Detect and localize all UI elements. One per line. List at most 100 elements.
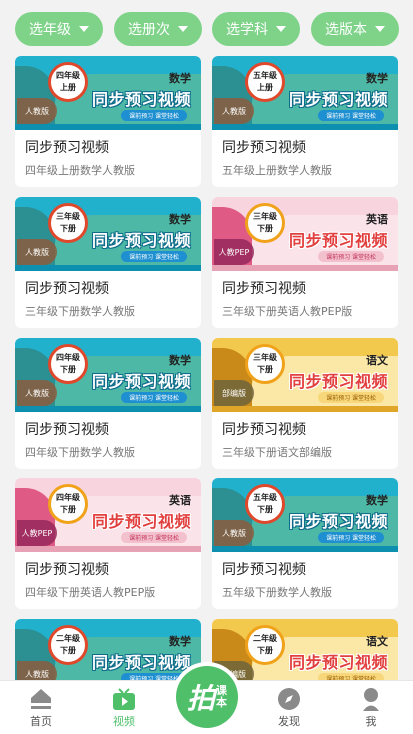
cover-slogan: 课前预习 课堂轻松 [318,392,384,403]
grade-line-1: 三年级 [253,353,277,362]
cover-subject: 英语 [169,494,191,507]
course-card[interactable]: 人教PEP 四年级 下册 英语 同步预习视频 课前预习 课堂轻松 同步预习视频 四年级下册英语… [15,478,201,609]
filter-subject[interactable]: 选学科 [212,12,300,46]
nav-home-label: 首页 [30,715,52,728]
cover-subject: 数学 [169,213,191,226]
course-card[interactable]: 人教版 四年级 下册 数学 同步预习视频 课前预习 课堂轻松 同步预习视频 四年级下册数学人教… [15,338,201,469]
card-title: 同步预习视频 [25,562,109,578]
cover-slogan: 课前预习 课堂轻松 [121,532,187,543]
grade-line-1: 五年级 [253,493,277,502]
cover-slogan: 课前预习 课堂轻松 [318,110,384,121]
course-cover: 部编版 二年级 下册 语文 同步预习视频 课前预习 课堂轻松 [212,619,398,680]
course-card[interactable]: 人教版 五年级 下册 数学 同步预习视频 课前预习 课堂轻松 同步预习视频 五年级下册数学人教… [212,478,398,609]
nav-home[interactable]: 首页 [11,687,71,733]
card-subtitle: 五年级上册数学人教版 [222,164,332,177]
nav-discover-label: 发现 [278,715,300,728]
cover-grade-badge: 四年级 下册 [48,344,88,384]
cover-stripe [212,124,398,130]
cover-grade-badge: 四年级 下册 [48,484,88,524]
tv-play-icon [113,688,135,710]
card-title: 同步预习视频 [222,562,306,578]
chevron-down-icon [276,26,286,32]
cover-stripe [15,546,201,552]
nav-me-label: 我 [365,715,377,728]
chevron-down-icon [178,26,188,32]
course-cover: 人教版 五年级 上册 数学 同步预习视频 课前预习 课堂轻松 [212,56,398,130]
nav-me[interactable]: 我 [341,687,401,733]
cover-slogan: 课前预习 课堂轻松 [121,673,187,680]
course-card[interactable]: 人教版 三年级 下册 数学 同步预习视频 课前预习 课堂轻松 同步预习视频 三年级下册数学人教… [15,197,201,328]
cover-slogan: 课前预习 课堂轻松 [318,673,384,680]
card-title: 同步预习视频 [222,281,306,297]
cover-series-title: 同步预习视频 [91,372,191,391]
nav-video-label: 视频 [113,715,135,728]
cover-slogan: 课前预习 课堂轻松 [121,251,187,262]
filter-edition[interactable]: 选版本 [311,12,399,46]
cover-series-title: 同步预习视频 [288,372,388,391]
cover-stripe [15,124,201,130]
course-grid: 人教版 四年级 上册 数学 同步预习视频 课前预习 课堂轻松 同步预习视频 四年级上册数学人教… [0,56,413,680]
course-cover: 人教PEP 三年级 下册 英语 同步预习视频 课前预习 课堂轻松 [212,197,398,271]
cover-series-title: 同步预习视频 [91,512,191,531]
cover-grade-badge: 三年级 下册 [245,203,285,243]
grade-line-2: 下册 [60,224,76,233]
course-cover: 人教版 四年级 下册 数学 同步预习视频 课前预习 课堂轻松 [15,338,201,412]
card-title: 同步预习视频 [222,140,306,156]
grade-line-2: 下册 [60,646,76,655]
grade-line-1: 三年级 [253,212,277,221]
grade-line-2: 下册 [60,505,76,514]
card-subtitle: 三年级下册英语人教PEP版 [222,305,353,318]
course-card[interactable]: 人教版 二年级 下册 数学 同步预习视频 课前预习 课堂轻松 [15,619,201,680]
snap-course-button[interactable]: 拍 课 本 [176,666,238,728]
grade-line-2: 上册 [257,83,273,92]
course-cover: 人教版 五年级 下册 数学 同步预习视频 课前预习 课堂轻松 [212,478,398,552]
card-title: 同步预习视频 [25,140,109,156]
cover-subject: 语文 [366,354,388,367]
course-cover: 人教版 三年级 下册 数学同步预习视频 课前预习 课堂轻松 [15,197,201,271]
cover-edition: 部编版 [214,380,254,406]
cover-series-title: 同步预习视频 [91,231,191,250]
cover-subject: 数学 [169,72,191,85]
cover-stripe [212,546,398,552]
cover-subject: 数学 [169,354,191,367]
course-cover: 人教版 二年级 下册 数学 同步预习视频 课前预习 课堂轻松 [15,619,201,680]
course-card[interactable]: 部编版 二年级 下册 语文 同步预习视频 课前预习 课堂轻松 [212,619,398,680]
filter-edition-label: 选版本 [325,22,367,38]
grade-line-1: 五年级 [253,71,277,80]
cover-stripe [15,406,201,412]
filter-subject-label: 选学科 [226,22,268,38]
cover-grade-badge: 三年级 下册 [48,203,88,243]
grade-line-1: 四年级 [56,493,80,502]
filter-grade-label: 选年级 [29,22,71,38]
cover-series-title: 同步预习视频 [288,231,388,250]
card-subtitle: 三年级下册语文部编版 [222,446,332,459]
nav-discover[interactable]: 发现 [259,687,319,733]
home-icon [31,689,51,709]
cover-grade-badge: 三年级 下册 [245,344,285,384]
cover-grade-badge: 二年级 下册 [245,625,285,665]
filter-volume[interactable]: 选册次 [114,12,202,46]
cover-edition: 人教版 [17,380,57,406]
card-subtitle: 五年级下册数学人教版 [222,586,332,599]
course-card[interactable]: 人教版 五年级 上册 数学 同步预习视频 课前预习 课堂轻松 同步预习视频 五年级上册数学人教… [212,56,398,187]
nav-video[interactable]: 视频 [94,687,154,733]
course-card[interactable]: 人教版 四年级 上册 数学 同步预习视频 课前预习 课堂轻松 同步预习视频 四年级上册数学人教… [15,56,201,187]
grade-line-2: 下册 [60,365,76,374]
cover-series-title: 同步预习视频 [288,90,388,109]
card-title: 同步预习视频 [222,422,306,438]
grade-line-2: 下册 [257,365,273,374]
course-card[interactable]: 部编版 三年级 下册 语文 同步预习视频 课前预习 课堂轻松 同步预习视频 三年级下册语文部编… [212,338,398,469]
cover-edition: 人教版 [17,98,57,124]
card-title: 同步预习视频 [25,281,109,297]
cover-grade-badge: 二年级 下册 [48,625,88,665]
cover-edition: 人教版 [214,520,254,546]
cover-slogan: 课前预习 课堂轻松 [318,251,384,262]
card-subtitle: 四年级下册数学人教版 [25,446,135,459]
filter-grade[interactable]: 选年级 [15,12,103,46]
grade-line-1: 四年级 [56,71,80,80]
snap-course-small-2: 本 [216,696,227,709]
cover-edition: 人教版 [17,239,57,265]
course-card[interactable]: 人教PEP 三年级 下册 英语 同步预习视频 课前预习 课堂轻松 同步预习视频 三年级下册英语… [212,197,398,328]
grade-line-2: 下册 [257,505,273,514]
card-title: 同步预习视频 [25,422,109,438]
